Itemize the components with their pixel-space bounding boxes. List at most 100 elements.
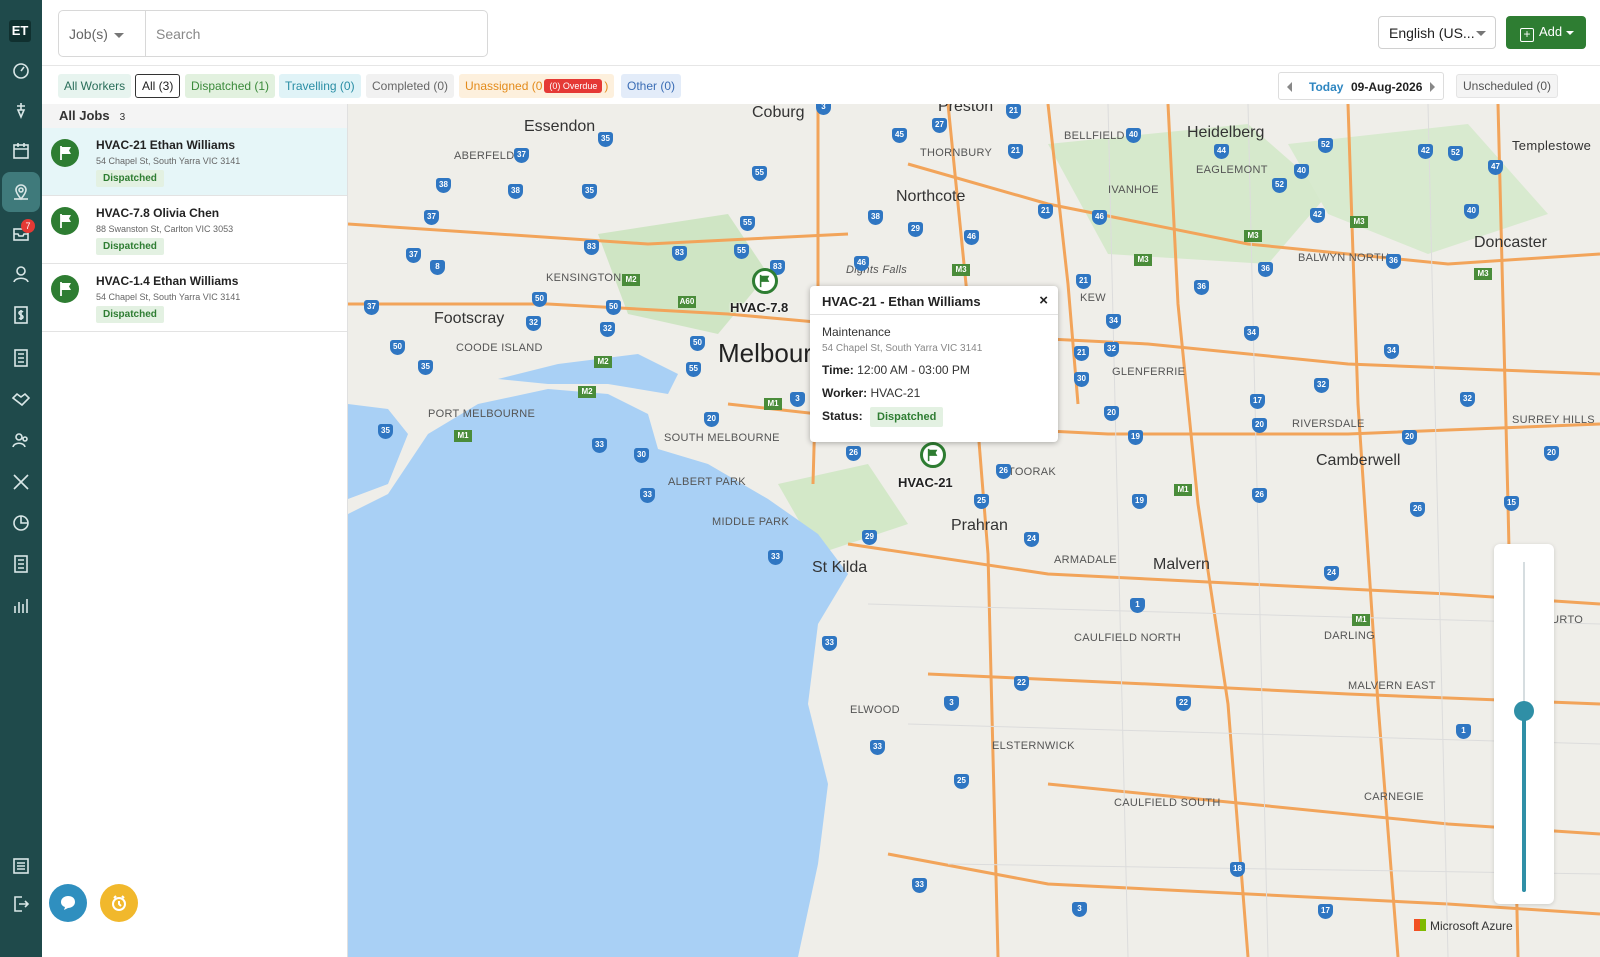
popup-status-badge: Dispatched bbox=[870, 407, 944, 427]
dollar-icon bbox=[14, 306, 28, 324]
job-marker-hvac-7-8[interactable] bbox=[752, 268, 778, 294]
route-shield: 52 bbox=[1272, 178, 1287, 193]
filter-travelling[interactable]: Travelling (0) bbox=[279, 74, 361, 98]
map-label: Heidelberg bbox=[1187, 124, 1265, 141]
sidebar-item-billing[interactable] bbox=[0, 295, 42, 335]
sidebar-item-customers[interactable] bbox=[0, 254, 42, 294]
sidebar-item-inbox[interactable]: 7 bbox=[0, 213, 42, 253]
motorway-marker: M3 bbox=[1474, 268, 1492, 280]
route-shield: 3 bbox=[790, 392, 805, 407]
popup-worker-label: Worker: bbox=[822, 386, 868, 400]
route-shield: 35 bbox=[582, 184, 597, 199]
popup-status-row: Status: Dispatched bbox=[822, 407, 944, 427]
job-list-panel: All Jobs 3 HVAC-21 Ethan Williams 54 Chap… bbox=[42, 104, 348, 957]
route-shield: 1 bbox=[1130, 598, 1145, 613]
filter-all[interactable]: All (3) bbox=[135, 74, 181, 98]
timer-button[interactable] bbox=[100, 884, 138, 922]
today-button[interactable]: Today bbox=[1309, 80, 1343, 94]
filter-other[interactable]: Other (0) bbox=[621, 74, 682, 98]
filter-unassigned[interactable]: Unassigned (0 (0) Overdue) bbox=[459, 74, 615, 98]
map-label: GLENFERRIE bbox=[1112, 366, 1186, 378]
chat-button[interactable] bbox=[49, 884, 87, 922]
sidebar-item-reports[interactable] bbox=[0, 586, 42, 626]
motorway-marker: M3 bbox=[1350, 216, 1368, 228]
job-marker-label: HVAC-7.8 bbox=[730, 300, 789, 315]
route-shield: 17 bbox=[1318, 904, 1333, 919]
sidebar-item-accounting[interactable] bbox=[0, 544, 42, 584]
language-select[interactable]: English (US... bbox=[1378, 16, 1496, 49]
route-shield: 45 bbox=[892, 128, 907, 143]
motorway-marker: M2 bbox=[622, 274, 640, 286]
map-label: ELWOOD bbox=[850, 704, 900, 716]
sidebar-item-contracts[interactable] bbox=[0, 379, 42, 419]
job-list-item[interactable]: HVAC-21 Ethan Williams 54 Chapel St, Sou… bbox=[42, 128, 347, 196]
route-shield: 30 bbox=[634, 448, 649, 463]
map-label: CAULFIELD NORTH bbox=[1074, 632, 1181, 644]
route-shield: 24 bbox=[1324, 566, 1339, 581]
route-shield: 22 bbox=[1176, 696, 1191, 711]
sidebar-item-logout[interactable] bbox=[0, 884, 42, 924]
route-shield: 27 bbox=[932, 118, 947, 133]
current-date[interactable]: 09-Aug-2026 bbox=[1351, 80, 1422, 94]
sidebar-item-tools[interactable] bbox=[0, 462, 42, 502]
filter-all-workers[interactable]: All Workers bbox=[58, 74, 132, 98]
sidebar-item-team[interactable] bbox=[0, 420, 42, 460]
map-pin-icon bbox=[14, 184, 28, 201]
map-label: Preston bbox=[938, 104, 994, 115]
route-shield: 20 bbox=[1402, 430, 1417, 445]
route-shield: 83 bbox=[672, 246, 687, 261]
route-shield: 1 bbox=[1456, 724, 1471, 739]
job-list-item[interactable]: HVAC-7.8 Olivia Chen 88 Swanston St, Car… bbox=[42, 196, 347, 264]
unassigned-label: Unassigned (0 bbox=[465, 79, 543, 93]
route-shield: 32 bbox=[600, 322, 615, 337]
jobs-type-select[interactable]: Job(s) bbox=[58, 10, 146, 57]
chevron-right-icon[interactable] bbox=[1430, 82, 1435, 92]
sidebar-item-dispatch[interactable] bbox=[0, 90, 42, 130]
popup-time-value: 12:00 AM - 03:00 PM bbox=[857, 363, 970, 377]
close-icon[interactable]: × bbox=[1039, 292, 1048, 309]
route-shield: 24 bbox=[1024, 532, 1039, 547]
route-shield: 20 bbox=[1252, 418, 1267, 433]
job-title: HVAC-21 Ethan Williams bbox=[96, 138, 236, 152]
sidebar-item-calendar[interactable] bbox=[0, 131, 42, 171]
map-label: Essendon bbox=[524, 118, 596, 135]
chevron-left-icon[interactable] bbox=[1287, 82, 1292, 92]
route-shield: 35 bbox=[378, 424, 393, 439]
zoom-slider[interactable] bbox=[1494, 544, 1554, 904]
map-canvas[interactable]: Essendon Coburg Preston Heidelberg North… bbox=[348, 104, 1600, 957]
map-label: Templestowe bbox=[1512, 138, 1592, 153]
popup-divider bbox=[810, 314, 1058, 315]
route-shield: 25 bbox=[974, 494, 989, 509]
job-list-item[interactable]: HVAC-1.4 Ethan Williams 54 Chapel St, So… bbox=[42, 264, 347, 332]
sidebar-item-dashboard[interactable] bbox=[0, 50, 42, 90]
sidebar-item-settings[interactable] bbox=[0, 846, 42, 886]
map-label: THORNBURY bbox=[920, 147, 993, 159]
route-shield: 33 bbox=[912, 878, 927, 893]
map-label: KENSINGTON bbox=[546, 272, 622, 284]
flag-icon bbox=[759, 274, 770, 288]
route-shield: 55 bbox=[752, 166, 767, 181]
route-shield: 46 bbox=[854, 256, 869, 271]
job-marker-hvac-21[interactable] bbox=[920, 442, 946, 468]
route-shield: 35 bbox=[418, 360, 433, 375]
filter-dispatched[interactable]: Dispatched (1) bbox=[185, 74, 276, 98]
filter-completed[interactable]: Completed (0) bbox=[366, 74, 455, 98]
app-logo[interactable]: ET bbox=[9, 20, 31, 42]
sidebar: ET 7 bbox=[0, 0, 42, 957]
map-label: PORT MELBOURNE bbox=[428, 408, 536, 420]
map-label: SOUTH MELBOURNE bbox=[664, 432, 780, 444]
map-label: Malvern bbox=[1153, 556, 1210, 573]
language-label: English (US... bbox=[1389, 25, 1475, 41]
sidebar-item-list[interactable] bbox=[0, 338, 42, 378]
search-input[interactable] bbox=[146, 10, 488, 57]
zoom-handle[interactable] bbox=[1514, 700, 1534, 721]
popup-title: HVAC-21 - Ethan Williams bbox=[822, 294, 981, 309]
route-shield: 20 bbox=[704, 412, 719, 427]
map-label: Prahran bbox=[951, 517, 1008, 534]
sidebar-item-map[interactable] bbox=[2, 172, 40, 212]
route-shield: 33 bbox=[870, 740, 885, 755]
sidebar-item-analytics[interactable] bbox=[0, 503, 42, 543]
filter-unscheduled[interactable]: Unscheduled (0) bbox=[1456, 74, 1559, 98]
logout-icon bbox=[14, 896, 30, 912]
add-button[interactable]: + Add bbox=[1506, 16, 1586, 49]
